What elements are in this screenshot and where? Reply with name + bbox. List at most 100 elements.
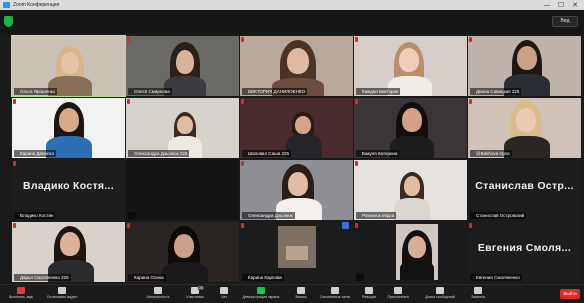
participant-tile[interactable]: Карина Карпова	[240, 222, 353, 282]
muted-mic-icon	[13, 161, 16, 166]
shield-icon	[154, 287, 162, 294]
video-button[interactable]: Остановить видео	[42, 287, 82, 303]
participant-name: Шаповал Саша 225	[242, 150, 291, 157]
participant-tile[interactable]: Диана Савицкая 225	[468, 36, 581, 96]
participant-video	[354, 222, 467, 282]
mic-icon	[17, 287, 25, 294]
participant-tile[interactable]: Владико Костя... Владико Костин	[12, 160, 125, 220]
close-button[interactable]: ✕	[568, 0, 582, 10]
participant-name	[128, 212, 136, 219]
participant-name: @Bakhova Irgna	[470, 150, 512, 157]
muted-mic-icon	[241, 161, 244, 166]
participant-tile[interactable]: Дарья Смоляненко 225	[12, 222, 125, 282]
participants-count: 20	[198, 286, 204, 290]
participant-tile[interactable]: Шаповал Саша 225	[240, 98, 353, 158]
muted-mic-icon	[241, 37, 244, 42]
muted-mic-icon	[355, 161, 358, 166]
pin-icon[interactable]	[342, 222, 349, 229]
whiteboard-button[interactable]: Доска сообщений	[418, 287, 462, 303]
muted-mic-icon	[127, 223, 130, 228]
participant-tile[interactable]	[126, 160, 239, 220]
security-button[interactable]: Безопасность	[140, 287, 176, 303]
notes-button[interactable]: Заметки	[464, 287, 492, 303]
participant-name-placeholder: Владико Костя...	[22, 180, 114, 192]
reactions-icon	[365, 287, 373, 294]
leave-meeting-button[interactable]: Выйти	[560, 289, 580, 299]
participant-video	[12, 98, 125, 158]
participant-name: Станислав Островский	[470, 212, 527, 219]
chat-button[interactable]: Чат	[214, 287, 234, 303]
participant-video	[354, 160, 467, 220]
window-title: Zoom Конференция	[13, 2, 60, 8]
participant-video	[240, 98, 353, 158]
participant-name: Карина Данилко	[14, 150, 57, 157]
muted-mic-icon	[355, 37, 358, 42]
participant-tile[interactable]: Романюк Мірра	[354, 160, 467, 220]
meeting-top-bar: Вид	[0, 10, 584, 34]
participant-name-placeholder: Станислав Остр...	[475, 180, 574, 192]
participant-tile[interactable]: Карина Данилко	[12, 98, 125, 158]
muted-mic-icon	[241, 223, 244, 228]
rooms-icon	[331, 287, 339, 294]
muted-mic-icon	[469, 99, 472, 104]
muted-mic-icon	[127, 99, 130, 104]
participant-video	[126, 98, 239, 158]
participant-video	[468, 98, 581, 158]
meeting-toolbar: Включить звук Остановить видео Безопасно…	[0, 284, 584, 303]
participant-name: Олександра Дзьонюк 225	[128, 150, 190, 157]
muted-mic-icon	[241, 99, 244, 104]
encryption-shield-icon[interactable]	[4, 16, 13, 27]
mute-button[interactable]: Включить звук	[4, 287, 38, 303]
participant-name: Ольга Ярошенко	[14, 88, 58, 95]
record-button[interactable]: Запись	[290, 287, 312, 303]
view-button[interactable]: Вид	[552, 16, 578, 27]
participant-video	[240, 222, 353, 282]
muted-mic-icon	[13, 223, 16, 228]
apps-button[interactable]: Приложения	[382, 287, 414, 303]
participant-name: Бакуля Катерина	[356, 150, 400, 157]
chat-icon	[220, 287, 228, 294]
participant-video	[240, 36, 353, 96]
participant-name-placeholder: Евгения Смоля...	[477, 242, 572, 254]
participants-button[interactable]: 20 Участники	[178, 286, 212, 303]
participant-video	[240, 160, 353, 220]
participant-name: Владико Костин	[14, 212, 56, 219]
muted-mic-icon	[13, 99, 16, 104]
reactions-button[interactable]: Реакции	[358, 287, 380, 303]
muted-mic-icon	[355, 99, 358, 104]
gallery-grid: Ольга Ярошенко Олеся Смирнова ВИКТОРИЯ Д…	[11, 35, 581, 283]
whiteboard-icon	[436, 287, 444, 294]
window-title-bar: Zoom Конференция — ☐ ✕	[0, 0, 584, 10]
participant-name: Олеся Смирнова	[128, 88, 172, 95]
participant-tile[interactable]: ВИКТОРИЯ ДАНИЛОЕНКО	[240, 36, 353, 96]
participant-tile[interactable]: Олеся Смирнова	[126, 36, 239, 96]
participant-tile[interactable]	[354, 222, 467, 282]
muted-mic-icon	[469, 223, 472, 228]
participant-tile[interactable]: Евгения Смоля... Евгения Смоляненко	[468, 222, 581, 282]
video-icon	[58, 287, 66, 294]
participant-tile[interactable]: Олександра Дзьонюк 225	[126, 98, 239, 158]
participant-tile[interactable]: @Bakhova Irgna	[468, 98, 581, 158]
participant-tile[interactable]: Бакуля Катерина	[354, 98, 467, 158]
participant-tile[interactable]: Карина Осина	[126, 222, 239, 282]
maximize-button[interactable]: ☐	[554, 0, 568, 10]
breakout-rooms-button[interactable]: Сессионные залы	[314, 287, 356, 303]
participant-video	[12, 36, 125, 96]
participant-name: Олександра Дзьонюк	[242, 212, 295, 219]
participant-name: Романюк Мірра	[356, 212, 397, 219]
window-controls: — ☐ ✕	[540, 0, 582, 10]
share-screen-button[interactable]: Демонстрация экрана	[236, 287, 286, 303]
muted-mic-icon	[127, 37, 130, 42]
participant-tile[interactable]: Олександра Дзьонюк	[240, 160, 353, 220]
participant-tile[interactable]: Станислав Остр... Станислав Островский	[468, 160, 581, 220]
participant-video	[12, 222, 125, 282]
notes-icon	[474, 287, 482, 294]
participant-name: Карина Осина	[128, 274, 166, 281]
participant-tile[interactable]: Ольга Ярошенко	[11, 35, 126, 97]
participant-video	[126, 222, 239, 282]
participant-name	[356, 274, 364, 281]
apps-icon	[394, 287, 402, 294]
participant-video	[126, 36, 239, 96]
minimize-button[interactable]: —	[540, 0, 554, 10]
participant-tile[interactable]: Каждая Виктория	[354, 36, 467, 96]
